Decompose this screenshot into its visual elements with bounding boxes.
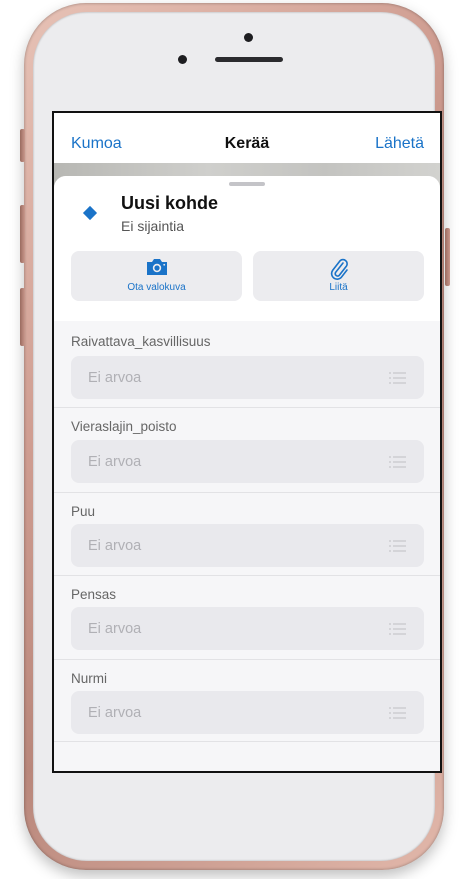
list-icon <box>389 540 406 552</box>
field-value: Ei arvoa <box>88 705 142 721</box>
list-icon <box>389 372 406 384</box>
volume-down-button <box>20 288 25 346</box>
field-value: Ei arvoa <box>88 538 142 554</box>
field-label: Vieraslajin_poisto <box>71 419 177 434</box>
field-value: Ei arvoa <box>88 621 142 637</box>
paperclip-icon <box>253 257 424 280</box>
divider <box>54 659 440 660</box>
field-select[interactable]: Ei arvoa <box>71 607 424 650</box>
field-value: Ei arvoa <box>88 370 142 386</box>
mute-switch <box>20 129 25 162</box>
field-label: Puu <box>71 504 96 519</box>
field-value: Ei arvoa <box>88 454 142 470</box>
field-label: Pensas <box>71 587 117 602</box>
field-label: Raivattava_kasvillisuus <box>71 334 211 349</box>
front-camera <box>244 33 253 42</box>
list-icon <box>389 707 406 719</box>
camera-icon <box>71 257 242 279</box>
collect-sheet: Uusi kohde Ei sijaintia Ota valokuva Lii… <box>54 176 440 771</box>
list-icon <box>389 623 406 635</box>
earpiece-speaker <box>215 57 283 62</box>
app-screen: Kumoa Kerää Lähetä Uusi kohde Ei sijaint… <box>52 111 442 773</box>
field-select[interactable]: Ei arvoa <box>71 691 424 734</box>
submit-button[interactable]: Lähetä <box>375 135 424 153</box>
feature-header: Uusi kohde Ei sijaintia Ota valokuva Lii… <box>54 176 440 321</box>
attach-button[interactable]: Liitä <box>253 251 424 301</box>
take-photo-button[interactable]: Ota valokuva <box>71 251 242 301</box>
volume-up-button <box>20 205 25 263</box>
proximity-sensor <box>178 55 187 64</box>
divider <box>54 492 440 493</box>
divider <box>54 575 440 576</box>
feature-location-status: Ei sijaintia <box>121 218 185 234</box>
diamond-icon <box>82 205 98 221</box>
attach-label: Liitä <box>329 282 348 293</box>
field-select[interactable]: Ei arvoa <box>71 524 424 567</box>
divider <box>54 407 440 408</box>
divider <box>54 741 440 742</box>
field-select[interactable]: Ei arvoa <box>71 356 424 399</box>
feature-title: Uusi kohde <box>121 193 219 213</box>
power-button <box>445 228 450 286</box>
field-label: Nurmi <box>71 671 107 686</box>
navigation-bar: Kumoa Kerää Lähetä <box>54 113 440 163</box>
take-photo-label: Ota valokuva <box>127 282 186 293</box>
sheet-grabber[interactable] <box>229 182 265 186</box>
list-icon <box>389 456 406 468</box>
field-select[interactable]: Ei arvoa <box>71 440 424 483</box>
